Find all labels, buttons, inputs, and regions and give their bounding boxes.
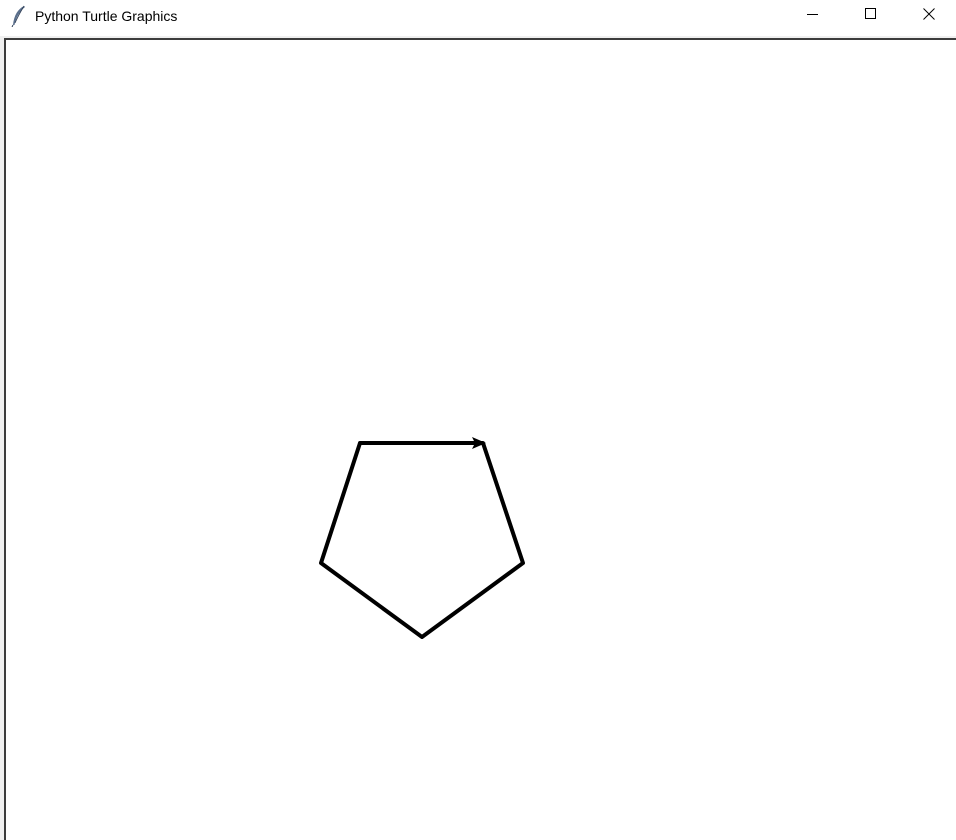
minimize-icon [807, 7, 819, 25]
turtle-window: Python Turtle Graphics [0, 0, 956, 840]
maximize-button[interactable] [842, 0, 900, 32]
minimize-button[interactable] [784, 0, 842, 32]
window-title: Python Turtle Graphics [35, 8, 178, 24]
feather-icon [10, 5, 28, 28]
title-bar[interactable]: Python Turtle Graphics [0, 0, 956, 32]
turtle-canvas[interactable] [4, 38, 956, 840]
window-frame [0, 36, 956, 840]
close-icon [923, 7, 935, 25]
drawing-surface [319, 437, 525, 639]
pentagon-path [319, 441, 525, 639]
maximize-icon [865, 7, 877, 25]
close-button[interactable] [900, 0, 956, 32]
